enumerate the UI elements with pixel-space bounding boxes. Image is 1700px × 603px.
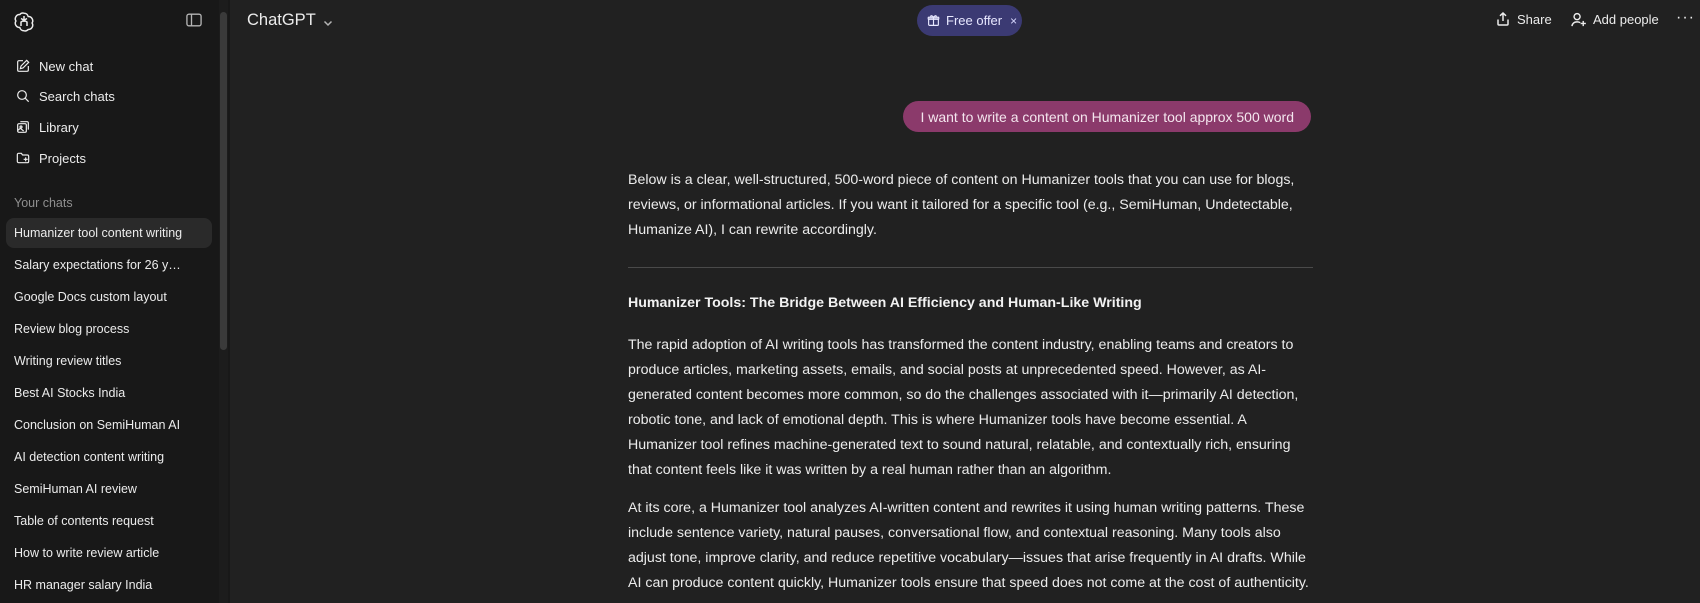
add-people-button[interactable]: Add people [1570,11,1659,28]
chat-item[interactable]: Best AI Stocks India [6,378,212,408]
add-people-label: Add people [1593,12,1659,27]
add-person-icon [1570,11,1587,28]
share-button[interactable]: Share [1495,11,1552,27]
divider [628,267,1313,268]
chat-item[interactable]: HR manager salary India [6,570,212,600]
new-chat-label: New chat [39,58,94,74]
chat-item[interactable]: AI detection content writing [6,442,212,472]
article-paragraph: The rapid adoption of AI writing tools h… [628,337,1299,478]
top-bar: ChatGPT Free offer × Share Add people ··… [230,0,1700,44]
close-icon[interactable]: × [1010,14,1017,28]
chat-item[interactable]: Salary expectations for 26 y… [6,250,212,280]
projects-icon [14,149,32,167]
gift-icon [927,14,940,27]
model-selector[interactable]: ChatGPT [247,11,334,30]
sidebar-header [0,0,230,44]
library-button[interactable]: Library [6,112,212,142]
article-heading: Humanizer Tools: The Bridge Between AI E… [628,295,1142,311]
chat-item[interactable]: Google Docs custom layout [6,282,212,312]
user-message-bubble: I want to write a content on Humanizer t… [903,101,1311,132]
article-paragraph: At its core, a Humanizer tool analyzes A… [628,500,1309,591]
sidebar-toggle-icon[interactable] [184,10,208,34]
sidebar-scrollbar[interactable] [220,12,227,350]
projects-button[interactable]: Projects [6,143,212,173]
your-chats-heading: Your chats [14,196,73,210]
library-icon [14,118,32,136]
search-chats-label: Search chats [39,88,115,104]
free-offer-pill[interactable]: Free offer × [917,5,1022,36]
openai-logo-icon[interactable] [12,10,36,34]
free-offer-label: Free offer [946,13,1003,28]
chat-item[interactable]: Review blog process [6,314,212,344]
assistant-intro: Below is a clear, well-structured, 500-w… [628,168,1313,257]
search-chats-button[interactable]: Search chats [6,81,212,111]
chat-item[interactable]: Writing review titles [6,346,212,376]
chat-item[interactable]: Humanizer tool content writing [6,218,212,248]
chat-item[interactable]: How to write review article [6,538,212,568]
chevron-down-icon [322,15,334,27]
new-chat-button[interactable]: New chat [6,51,212,81]
sidebar: New chat Search chats Library Projects Y… [0,0,230,603]
library-label: Library [39,119,79,135]
projects-label: Projects [39,150,86,166]
chat-item[interactable]: Conclusion on SemiHuman AI [6,410,212,440]
model-name: ChatGPT [247,11,316,29]
search-icon [14,87,32,105]
chat-item[interactable]: SemiHuman AI review [6,474,212,504]
share-icon [1495,11,1511,27]
more-options-icon[interactable]: ··· [1676,9,1695,27]
chat-item[interactable]: Table of contents request [6,506,212,536]
share-label: Share [1517,11,1552,27]
new-chat-icon [14,57,32,75]
intro-paragraph: Below is a clear, well-structured, 500-w… [628,172,1295,238]
